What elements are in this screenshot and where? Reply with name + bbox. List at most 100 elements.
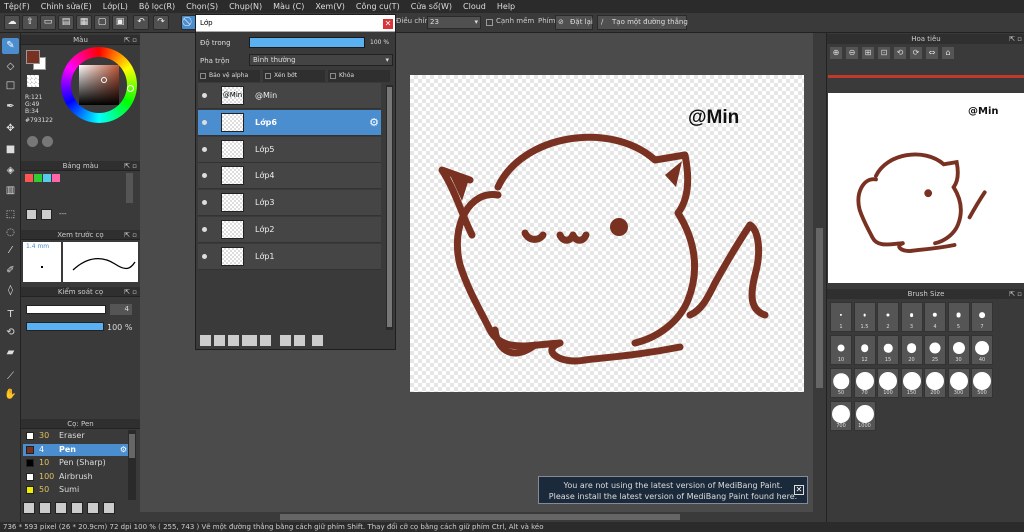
layer-row[interactable]: Lớp2 (198, 217, 381, 243)
save-icon[interactable]: ▣ (112, 15, 128, 30)
fit-icon[interactable]: ⊞ (862, 47, 874, 59)
brush-size-cell[interactable]: 4 (924, 302, 946, 332)
copy-brush-icon[interactable] (55, 502, 67, 514)
layer-row[interactable]: @Min @Min (198, 83, 381, 109)
main-color-swatch[interactable] (26, 50, 40, 64)
reset-view-icon[interactable]: ⌂ (942, 47, 954, 59)
brush-size-cell[interactable]: 1 (830, 302, 852, 332)
color-square[interactable] (79, 65, 119, 105)
new-8bit-layer-icon[interactable] (228, 335, 239, 346)
update-notice[interactable]: You are not using the latest version of … (538, 476, 808, 504)
color-wheel[interactable] (61, 47, 137, 123)
layer-row[interactable]: Lớp6 ⚙ (198, 109, 381, 136)
brush-item[interactable]: 10 Pen (Sharp) (23, 457, 129, 469)
pin-icon[interactable]: ⇱ ▫ (124, 230, 137, 240)
menu-item-2[interactable]: Lớp(L) (103, 2, 128, 11)
hand-tool-icon[interactable]: ✋ (2, 387, 19, 403)
flip-icon[interactable]: ⇔ (926, 47, 938, 59)
actual-size-icon[interactable]: ⊡ (878, 47, 890, 59)
menu-item-10[interactable]: Cloud (463, 2, 486, 11)
menu-item-11[interactable]: Help (497, 2, 515, 11)
drawing-canvas[interactable]: @Min (410, 75, 804, 392)
straight-line-button[interactable]: ∕ Tạo một đường thẳng (597, 15, 688, 30)
brush-size-cell[interactable]: 100 (877, 368, 899, 398)
merge-layer-icon[interactable] (294, 335, 305, 346)
color-picker-cursor[interactable] (101, 77, 107, 83)
brush-list-scrollbar[interactable] (128, 430, 136, 500)
close-icon[interactable]: ✕ (383, 19, 393, 29)
layer-panel-titlebar[interactable]: Lớp ✕ (196, 15, 395, 32)
delete-layer-icon[interactable] (312, 335, 323, 346)
visibility-icon[interactable] (202, 227, 207, 232)
brush-size-cell[interactable]: 40 (971, 335, 993, 365)
brush-size-cell[interactable]: 20 (900, 335, 923, 365)
select-tool-icon[interactable]: ⬚ (2, 207, 19, 223)
brush-size-cell[interactable]: 2 (877, 302, 899, 332)
brush-item[interactable]: 4 Pen ⚙ (23, 443, 129, 456)
grid-icon[interactable]: ▦ (76, 15, 92, 30)
operation-tool-icon[interactable]: ⟲ (2, 325, 19, 341)
navigator-preview[interactable]: @Min (828, 63, 1024, 288)
layer-row[interactable]: Lớp4 (198, 163, 381, 190)
visibility-icon[interactable] (202, 119, 207, 125)
menu-item-3[interactable]: Bộ lọc(R) (139, 2, 175, 11)
brush-settings-gear-icon[interactable]: ⚙ (120, 444, 127, 456)
brush-size-cell[interactable]: 12 (853, 335, 876, 365)
upload-icon[interactable]: ⇧ (22, 15, 38, 30)
undo-icon[interactable]: ↶ (133, 15, 149, 30)
add-brush-icon[interactable] (39, 502, 51, 514)
brush-item[interactable]: 50 Sumi (23, 484, 129, 496)
brush-size-cell[interactable]: 5 (947, 302, 970, 332)
pin-icon[interactable]: ⇱ ▫ (124, 35, 137, 45)
brush-size-cell[interactable]: 15 (877, 335, 899, 365)
select-pen-icon[interactable]: ✐ (2, 263, 19, 279)
brush-size-slider[interactable] (26, 305, 106, 314)
brush-size-cell[interactable]: 10 (830, 335, 852, 365)
visibility-icon[interactable] (202, 173, 207, 179)
brush-size-cell[interactable]: 70 (853, 368, 876, 398)
hue-picker-cursor[interactable] (127, 85, 134, 92)
blend-select[interactable]: Bình thường ▾ (249, 54, 393, 66)
layer-row[interactable]: Lớp3 (198, 190, 381, 217)
delete-palette-icon[interactable] (41, 209, 52, 220)
brush-size-cell[interactable]: 300 (947, 368, 970, 398)
eyedropper-icon[interactable]: ⟋ (2, 369, 19, 385)
visibility-icon[interactable] (202, 93, 207, 98)
cloud-brush-icon[interactable] (23, 502, 35, 514)
palette-scrollbar[interactable] (126, 173, 133, 203)
stabilizer-select[interactable]: 23 ▾ (427, 16, 481, 29)
close-notice-icon[interactable]: ✕ (794, 485, 804, 495)
new-palette-icon[interactable] (26, 209, 37, 220)
visibility-icon[interactable] (202, 146, 207, 152)
palette-swatch[interactable] (52, 174, 60, 182)
select-eraser-icon[interactable]: ◊ (2, 283, 19, 299)
brush-size-cell[interactable]: 25 (924, 335, 946, 365)
layer-row[interactable]: Lớp1 (198, 243, 381, 270)
brush-size-cell[interactable]: 500 (971, 368, 993, 398)
smooth-checkbox[interactable] (486, 19, 493, 26)
menu-item-8[interactable]: Công cụ(T) (356, 2, 400, 11)
duplicate-layer-icon[interactable] (280, 335, 291, 346)
layer-list-scrollbar[interactable] (386, 85, 393, 330)
brush-size-cell[interactable]: 7 (971, 302, 993, 332)
brush-size-cell[interactable]: 50 (830, 368, 852, 398)
chat-icon[interactable]: ▤ (58, 15, 74, 30)
magic-wand-icon[interactable]: ⁄ (2, 243, 19, 259)
menu-item-9[interactable]: Cửa sổ(W) (411, 2, 452, 11)
pin-icon[interactable]: ⇱ ▫ (1009, 34, 1022, 44)
frame-icon[interactable]: ▢ (94, 15, 110, 30)
canvas-vertical-scrollbar[interactable] (813, 33, 826, 512)
brush-size-cell[interactable]: 1000 (853, 401, 876, 431)
brush-size-value[interactable]: 4 (110, 304, 132, 315)
layer-folder-icon[interactable] (260, 335, 271, 346)
zoom-out-icon[interactable]: ⊖ (846, 47, 858, 59)
color-mode-icon[interactable] (27, 136, 38, 147)
transparent-swatch[interactable] (27, 75, 39, 87)
color-settings-icon[interactable] (42, 136, 53, 147)
folder-icon[interactable] (71, 502, 83, 514)
brush-size-cell[interactable]: 30 (947, 335, 970, 365)
move-tool-icon[interactable]: ✥ (2, 121, 19, 137)
dot-tool-icon[interactable]: □ (2, 78, 19, 94)
menu-item-4[interactable]: Chọn(S) (186, 2, 218, 11)
brush-opacity-slider[interactable] (26, 322, 104, 331)
